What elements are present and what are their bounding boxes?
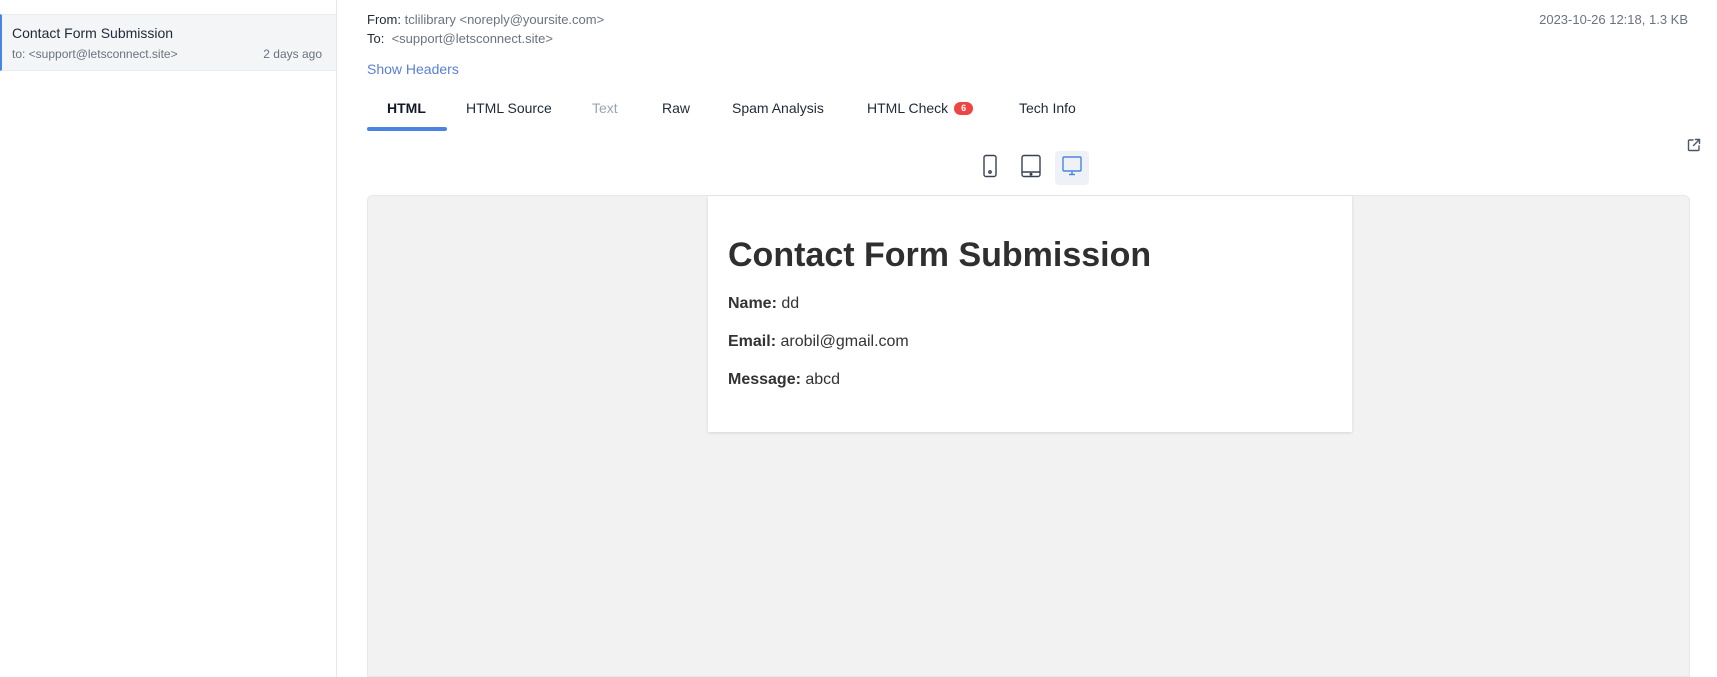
tab-label: HTML	[387, 100, 426, 116]
phone-icon	[982, 154, 998, 183]
tab-label: Tech Info	[1019, 100, 1076, 116]
message-recipient: to: <support@letsconnect.site>	[12, 47, 178, 61]
phone-view-button[interactable]	[973, 151, 1007, 185]
tab-tech-info[interactable]: Tech Info	[1019, 96, 1076, 132]
tab-text[interactable]: Text	[592, 96, 618, 132]
field-value: dd	[781, 295, 800, 312]
tab-label: HTML Check	[867, 100, 949, 116]
to-label: To:	[367, 31, 385, 46]
to-line: To: <support@letsconnect.site>	[367, 31, 553, 46]
show-headers-link[interactable]: Show Headers	[367, 61, 459, 77]
message-meta: 2023-10-26 12:18, 1.3 KB	[1539, 12, 1688, 27]
email-card: Contact Form Submission Name: dd Email: …	[708, 196, 1352, 432]
tab-label: Spam Analysis	[732, 100, 824, 116]
external-link-icon[interactable]	[1685, 136, 1703, 154]
message-time: 2 days ago	[263, 47, 322, 61]
tab-label: Raw	[662, 100, 691, 116]
active-tab-indicator	[367, 127, 447, 131]
list-item-message[interactable]: Contact Form Submission to: <support@let…	[0, 14, 336, 71]
tab-label: HTML Source	[466, 100, 552, 116]
desktop-icon	[1061, 155, 1083, 182]
email-title: Contact Form Submission	[728, 236, 1152, 274]
from-line: From: tclilibrary <noreply@yoursite.com>	[367, 12, 604, 27]
field-value: arobil@gmail.com	[780, 333, 909, 350]
from-label: From:	[367, 12, 401, 27]
field-value: abcd	[805, 371, 841, 388]
message-subject: Contact Form Submission	[12, 25, 174, 41]
to-value: <support@letsconnect.site>	[391, 31, 553, 46]
email-field: Email: arobil@gmail.com	[728, 333, 909, 351]
desktop-view-button[interactable]	[1055, 151, 1089, 185]
tab-raw[interactable]: Raw	[662, 96, 690, 132]
tab-html-check[interactable]: HTML Check 6	[867, 96, 974, 132]
field-label: Name:	[728, 295, 777, 312]
tab-html-source[interactable]: HTML Source	[466, 96, 552, 132]
from-value: tclilibrary <noreply@yoursite.com>	[404, 12, 605, 27]
field-label: Email:	[728, 333, 777, 350]
html-check-count-badge: 6	[954, 102, 974, 115]
email-preview: Contact Form Submission Name: dd Email: …	[367, 195, 1690, 677]
tab-spam-analysis[interactable]: Spam Analysis	[732, 96, 824, 132]
message-field: Message: abcd	[728, 371, 840, 389]
tab-label: Text	[592, 100, 618, 116]
tablet-view-button[interactable]	[1014, 151, 1048, 185]
message-list: Contact Form Submission to: <support@let…	[0, 0, 337, 677]
field-label: Message:	[728, 371, 801, 388]
name-field: Name: dd	[728, 295, 799, 313]
tablet-icon	[1020, 154, 1042, 183]
